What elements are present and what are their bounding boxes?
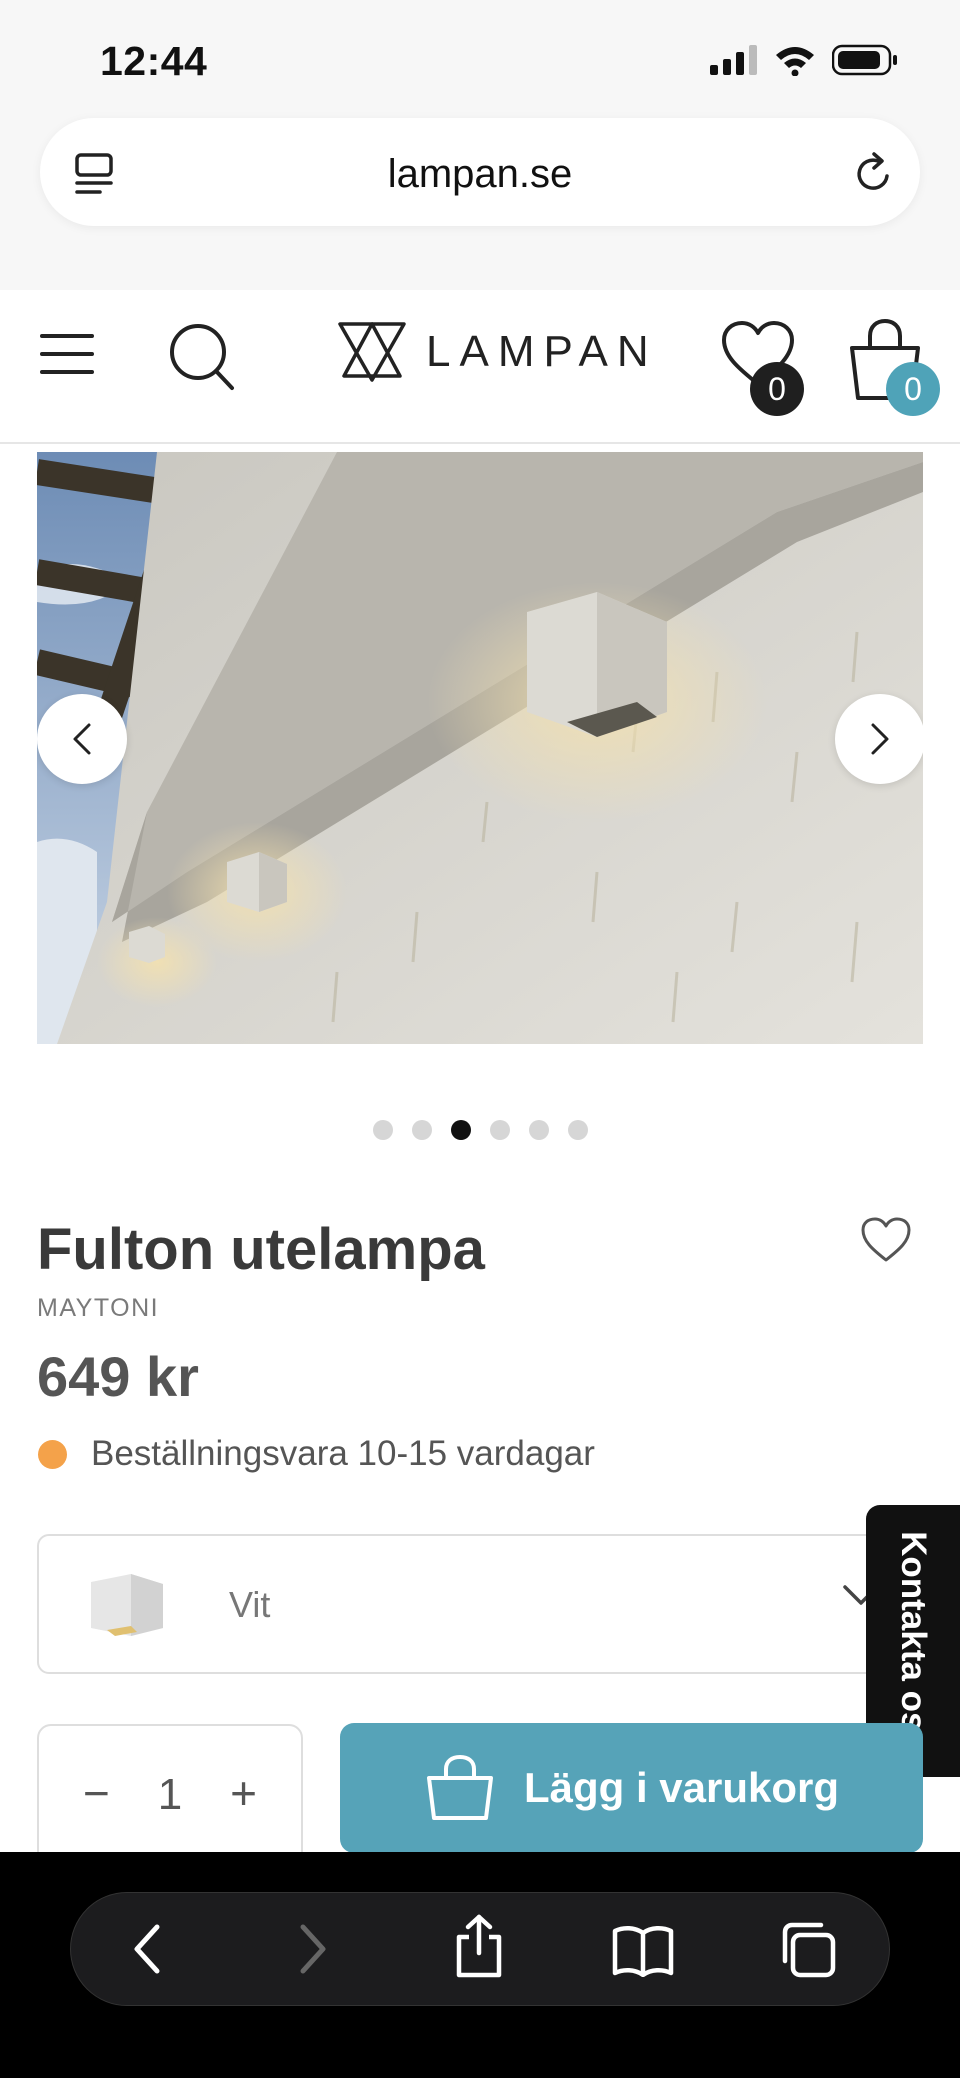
wishlist-button[interactable]: 0	[720, 320, 810, 416]
tabs-icon[interactable]	[777, 1921, 837, 1979]
site-header: LAMPAN 0 0	[0, 290, 960, 444]
cart-button[interactable]: 0	[846, 318, 946, 416]
battery-icon	[832, 44, 897, 76]
carousel-dot[interactable]	[411, 1120, 432, 1140]
product-image-carousel[interactable]	[37, 452, 923, 1044]
carousel-dot[interactable]	[528, 1120, 549, 1140]
logo-mark-icon	[338, 322, 406, 382]
url-bar[interactable]: lampan.se	[40, 118, 920, 226]
heart-icon[interactable]	[860, 1216, 912, 1264]
variant-thumbnail	[91, 1574, 163, 1636]
shopping-bag-icon	[426, 1754, 493, 1820]
product-photo	[37, 452, 923, 1044]
contact-tab-label: Kontakta oss	[894, 1531, 933, 1751]
browser-top-bar: lampan.se	[0, 110, 960, 290]
product-price: 649 kr	[37, 1345, 199, 1408]
logo-text: LAMPAN	[426, 327, 658, 376]
carousel-dot[interactable]	[372, 1120, 393, 1140]
status-time: 12:44	[100, 38, 208, 84]
product-title: Fulton utelampa	[37, 1217, 485, 1282]
browser-bottom-toolbar	[0, 1852, 960, 2078]
share-icon[interactable]	[451, 1913, 507, 1979]
logo[interactable]: LAMPAN	[336, 320, 658, 384]
stock-status-text: Beställningsvara 10-15 vardagar	[91, 1434, 595, 1473]
forward-icon[interactable]	[291, 1919, 335, 1979]
chevron-left-icon	[73, 723, 91, 755]
carousel-dot[interactable]	[567, 1120, 588, 1140]
bookmarks-icon[interactable]	[611, 1923, 675, 1977]
carousel-dot[interactable]	[489, 1120, 510, 1140]
product-brand[interactable]: MAYTONI	[37, 1294, 159, 1323]
carousel-dot-active[interactable]	[450, 1120, 471, 1140]
wifi-icon	[776, 47, 814, 76]
status-bar: 12:44	[0, 0, 960, 110]
hamburger-icon[interactable]	[40, 330, 94, 378]
carousel-prev-button[interactable]	[37, 694, 127, 784]
add-to-cart-button[interactable]: Lägg i varukorg	[340, 1723, 923, 1853]
chevron-right-icon	[871, 723, 889, 755]
toolbar-pill	[70, 1892, 890, 2006]
quantity-increase-button[interactable]: +	[230, 1766, 257, 1820]
carousel-next-button[interactable]	[835, 694, 923, 784]
status-icons	[710, 44, 898, 76]
variant-select[interactable]: Vit	[37, 1534, 923, 1674]
carousel-dots	[0, 1120, 960, 1140]
cart-count-badge: 0	[886, 362, 940, 416]
variant-selected-value: Vit	[229, 1584, 271, 1625]
cellular-signal-icon	[710, 45, 757, 75]
stock-status-dot	[38, 1440, 67, 1469]
search-icon[interactable]	[168, 322, 236, 392]
wishlist-count-badge: 0	[750, 362, 804, 416]
reload-icon[interactable]	[854, 152, 894, 194]
back-icon[interactable]	[125, 1919, 169, 1979]
add-to-cart-label: Lägg i varukorg	[523, 1764, 840, 1811]
quantity-value[interactable]: 1	[39, 1770, 301, 1820]
url-text[interactable]: lampan.se	[40, 152, 920, 197]
